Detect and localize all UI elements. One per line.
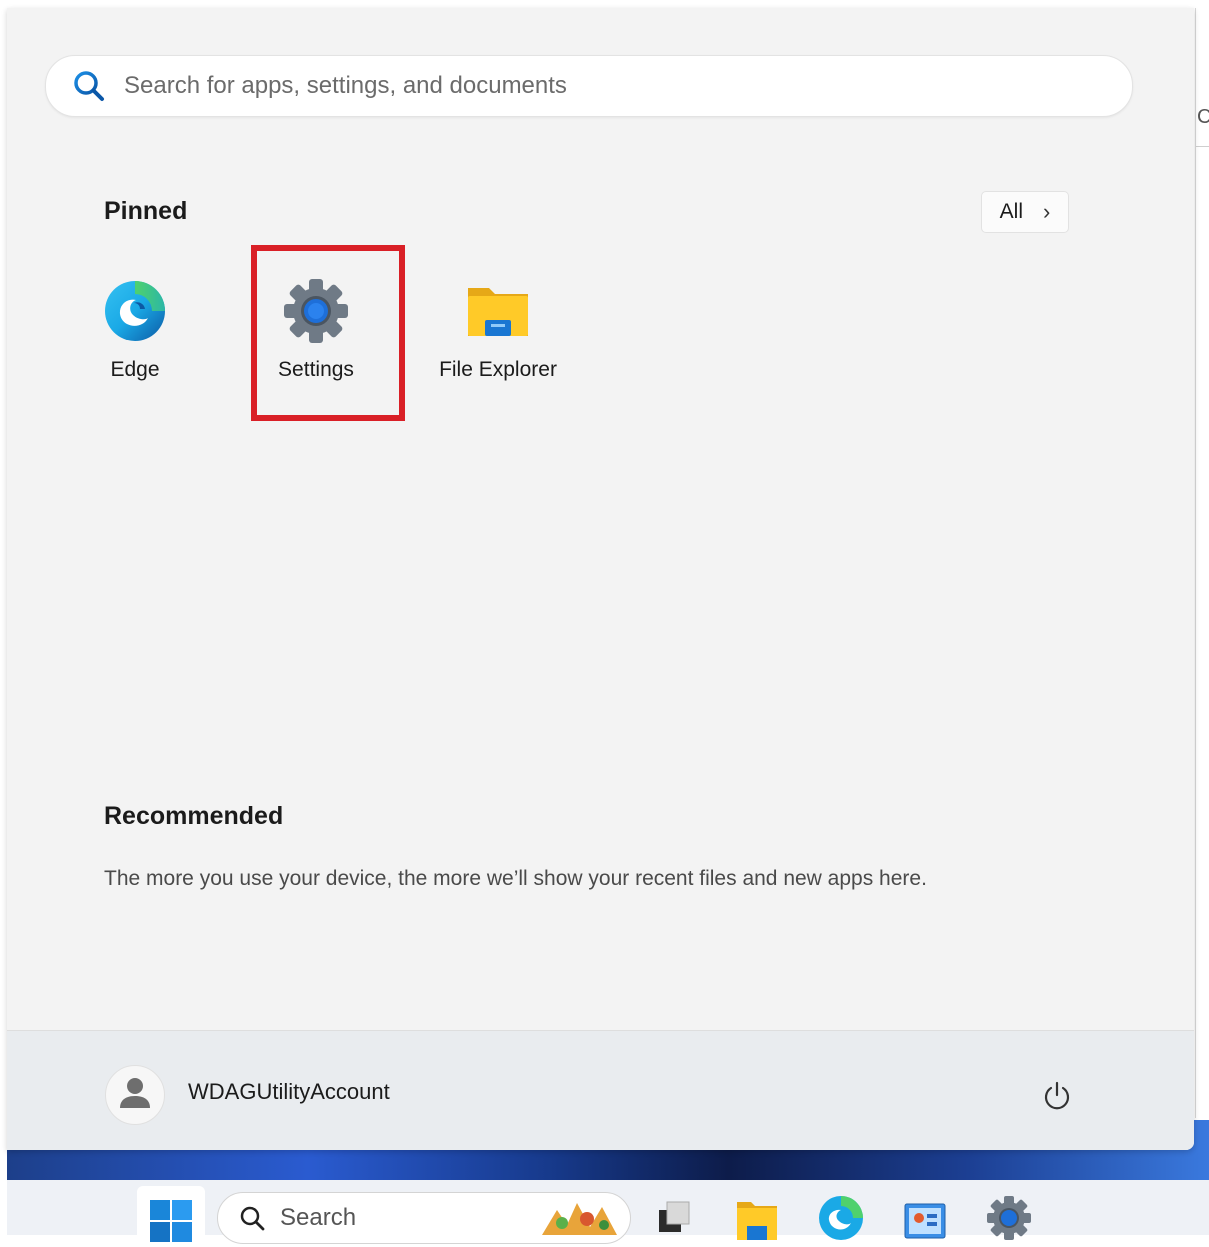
taskbar-task-view[interactable] [647, 1188, 699, 1240]
windows-start-icon [150, 1200, 192, 1242]
file-explorer-icon [737, 1202, 777, 1240]
search-icon [74, 71, 104, 101]
search-input[interactable] [122, 71, 1026, 101]
taskbar-file-explorer[interactable] [731, 1188, 783, 1240]
taskbar-control-panel[interactable] [899, 1188, 951, 1240]
recommended-title: Recommended [104, 802, 284, 830]
all-apps-label: All [999, 200, 1023, 223]
pinned-title: Pinned [104, 197, 188, 225]
user-icon [120, 1078, 150, 1108]
app-label: File Explorer [439, 358, 557, 381]
background-window-edge: C [1195, 8, 1209, 1118]
edge-icon [819, 1196, 863, 1240]
user-name[interactable]: WDAGUtilityAccount [188, 1079, 390, 1105]
edge-icon [105, 281, 165, 341]
control-panel-icon [904, 1203, 946, 1239]
folder-icon [468, 288, 528, 336]
taskbar-settings[interactable] [983, 1188, 1035, 1240]
taskbar-search[interactable]: Search [217, 1192, 631, 1244]
search-highlight-illustration [542, 1203, 617, 1235]
search-icon [240, 1206, 265, 1231]
divider [1196, 146, 1209, 147]
start-menu: Pinned All › Edge [7, 8, 1194, 1150]
chevron-right-icon: › [1043, 199, 1051, 224]
settings-icon [987, 1196, 1031, 1240]
all-apps-button[interactable]: All › [981, 191, 1069, 233]
taskbar-search-label: Search [280, 1204, 357, 1231]
recommended-empty-text: The more you use your device, the more w… [104, 867, 927, 890]
app-label: Edge [110, 358, 160, 381]
user-bar: WDAGUtilityAccount [7, 1030, 1194, 1150]
pinned-app-edge[interactable]: Edge [60, 278, 210, 393]
task-view-icon [659, 1201, 690, 1232]
taskbar-edge[interactable] [815, 1188, 867, 1240]
pinned-app-file-explorer[interactable]: File Explorer [423, 278, 573, 393]
taskbar-start-button[interactable] [137, 1186, 205, 1242]
power-icon [1044, 1081, 1070, 1110]
highlight-annotation [251, 245, 405, 421]
power-button[interactable] [1037, 1076, 1077, 1116]
user-avatar[interactable] [105, 1065, 165, 1125]
start-search-box[interactable] [45, 55, 1133, 117]
taskbar: Search [7, 1180, 1209, 1244]
partial-glyph: C [1197, 106, 1209, 128]
